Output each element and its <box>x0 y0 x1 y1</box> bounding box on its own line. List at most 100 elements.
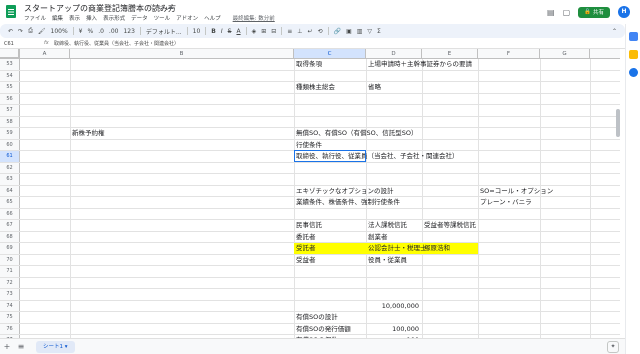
column-header-a[interactable]: A <box>20 49 70 59</box>
row-header[interactable]: 58 <box>0 116 20 127</box>
increase-decimal-button[interactable]: .00 <box>109 28 119 35</box>
cell-d69[interactable]: 公認会計士・税理士 <box>366 243 427 254</box>
row-header[interactable]: 63 <box>0 174 20 185</box>
insert-chart-icon[interactable]: ▥ <box>357 28 363 35</box>
explore-icon[interactable]: ✦ <box>607 341 619 353</box>
formula-input[interactable]: 取締役、執行役、従業員（当会社、子会社・関連会社） <box>54 40 179 47</box>
row-header[interactable]: 61 <box>0 151 20 162</box>
cloud-status-icon[interactable]: ☁ <box>167 3 177 11</box>
cell-c76[interactable]: 有償SOの発行価額 <box>294 324 351 335</box>
fill-color-icon[interactable]: ◈ <box>252 28 257 35</box>
insert-comment-icon[interactable]: ▣ <box>346 28 352 35</box>
column-header-d[interactable]: D <box>366 49 422 59</box>
star-icon[interactable]: ☆ <box>148 3 157 11</box>
cell-c55[interactable]: 種類株主総会 <box>294 82 335 93</box>
comment-history-icon[interactable]: ▤ <box>547 8 555 17</box>
paint-format-icon[interactable]: 🖌 <box>38 28 46 35</box>
cell-e69[interactable]: 塚原浩和 <box>422 243 450 254</box>
font-select[interactable]: デフォルト... <box>146 27 182 36</box>
text-rotate-icon[interactable]: ⟲ <box>318 28 323 35</box>
all-sheets-icon[interactable]: ≡ <box>14 342 28 351</box>
cell-d70[interactable]: 役員・従業員 <box>366 255 407 266</box>
menu-insert[interactable]: 挿入 <box>86 14 97 23</box>
borders-icon[interactable]: ⊞ <box>261 28 266 35</box>
font-size-select[interactable]: 10 <box>193 28 201 35</box>
spreadsheet-grid[interactable]: A B C D E F G 53 取得条項 上場申請時＋主幹事証券からの要請 54 55… <box>0 49 620 338</box>
row-header[interactable]: 56 <box>0 93 20 104</box>
row-header[interactable]: 69 <box>0 243 20 254</box>
row-header[interactable]: 74 <box>0 300 20 311</box>
row-header[interactable]: 67 <box>0 220 20 231</box>
text-color-button[interactable]: A <box>236 28 240 35</box>
row-header[interactable]: 68 <box>0 231 20 242</box>
undo-icon[interactable]: ↶ <box>8 28 13 35</box>
cell-d55[interactable]: 省略 <box>366 82 381 93</box>
row-header[interactable]: 60 <box>0 139 20 150</box>
menu-addons[interactable]: アドオン <box>176 14 198 23</box>
redo-icon[interactable]: ↷ <box>18 28 23 35</box>
zoom-select[interactable]: 100% <box>51 28 68 35</box>
row-header[interactable]: 64 <box>0 185 20 196</box>
cell-c61[interactable]: 取締役、執行役、従業員（当会社、子会社・関連会社） <box>294 151 459 162</box>
row-header[interactable]: 73 <box>0 289 20 300</box>
column-header-e[interactable]: E <box>422 49 478 59</box>
move-folder-icon[interactable]: ▭ <box>157 3 167 11</box>
row-header[interactable]: 62 <box>0 162 20 173</box>
cell-c69[interactable]: 受託者 <box>294 243 316 254</box>
column-header-g[interactable]: G <box>540 49 590 59</box>
row-header[interactable]: 76 <box>0 323 20 334</box>
row-header[interactable]: 71 <box>0 266 20 277</box>
menu-edit[interactable]: 編集 <box>52 14 63 23</box>
cell-b59[interactable]: 新株予約権 <box>70 128 105 139</box>
cell-c70[interactable]: 受益者 <box>294 255 316 266</box>
cell-e67[interactable]: 受益者等課税信託 <box>422 220 476 231</box>
row-header[interactable]: 59 <box>0 128 20 139</box>
insert-link-icon[interactable]: 🔗 <box>334 28 341 35</box>
comments-icon[interactable]: ▢ <box>563 8 571 17</box>
keep-icon[interactable] <box>629 50 638 59</box>
decrease-decimal-button[interactable]: .0 <box>98 28 104 35</box>
menu-format[interactable]: 表示形式 <box>103 14 125 23</box>
bold-button[interactable]: B <box>211 28 216 35</box>
row-header[interactable]: 72 <box>0 277 20 288</box>
row-header[interactable]: 55 <box>0 82 20 93</box>
menu-file[interactable]: ファイル <box>24 14 46 23</box>
collapse-toolbar-icon[interactable]: ⌃ <box>612 28 617 35</box>
cell-d68[interactable]: 創業者 <box>366 232 388 243</box>
cell-d67[interactable]: 法人課税信託 <box>366 220 407 231</box>
cell-c75[interactable]: 有償SOの設計 <box>294 312 338 323</box>
vertical-align-icon[interactable]: ⊥ <box>297 28 302 35</box>
avatar[interactable]: H <box>618 6 630 18</box>
name-box[interactable]: C61 <box>2 40 32 48</box>
functions-icon[interactable]: Σ <box>377 28 381 35</box>
row-header[interactable]: 70 <box>0 254 20 265</box>
filter-icon[interactable]: ▽ <box>367 28 372 35</box>
column-header-c[interactable]: C <box>294 49 366 59</box>
row-header[interactable]: 54 <box>0 70 20 81</box>
cell-d74[interactable]: 10,000,000 <box>366 301 422 312</box>
column-header-f[interactable]: F <box>478 49 540 59</box>
cell-c53[interactable]: 取得条項 <box>294 59 322 70</box>
row-header[interactable]: 66 <box>0 208 20 219</box>
cell-c65[interactable]: 業績条件、株価条件、強制行使条件 <box>294 197 400 208</box>
cell-c68[interactable]: 委託者 <box>294 232 316 243</box>
calendar-icon[interactable] <box>629 32 638 41</box>
cell-c60[interactable]: 行使条件 <box>294 140 322 151</box>
menu-help[interactable]: ヘルプ <box>204 14 221 23</box>
italic-button[interactable]: I <box>221 28 223 35</box>
column-header-b[interactable]: B <box>70 49 294 59</box>
vertical-scrollbar[interactable] <box>616 109 620 137</box>
menu-tools[interactable]: ツール <box>154 14 171 23</box>
column-header-h[interactable] <box>590 49 620 59</box>
cell-c59[interactable]: 無償SO、有償SO（有償SO、信託型SO） <box>294 128 417 139</box>
strikethrough-button[interactable]: S <box>228 28 232 35</box>
horizontal-align-icon[interactable]: ≡ <box>287 28 292 35</box>
row-header[interactable]: 75 <box>0 312 20 323</box>
print-icon[interactable]: ⎙ <box>28 27 33 35</box>
row-header[interactable]: 57 <box>0 105 20 116</box>
last-edit-link[interactable]: 最終編集: 数分前 <box>233 14 275 23</box>
row-header[interactable]: 53 <box>0 59 20 70</box>
select-all-corner[interactable] <box>0 49 20 59</box>
cell-c67[interactable]: 民事信託 <box>294 220 322 231</box>
merge-cells-icon[interactable]: ⊟ <box>271 28 276 35</box>
